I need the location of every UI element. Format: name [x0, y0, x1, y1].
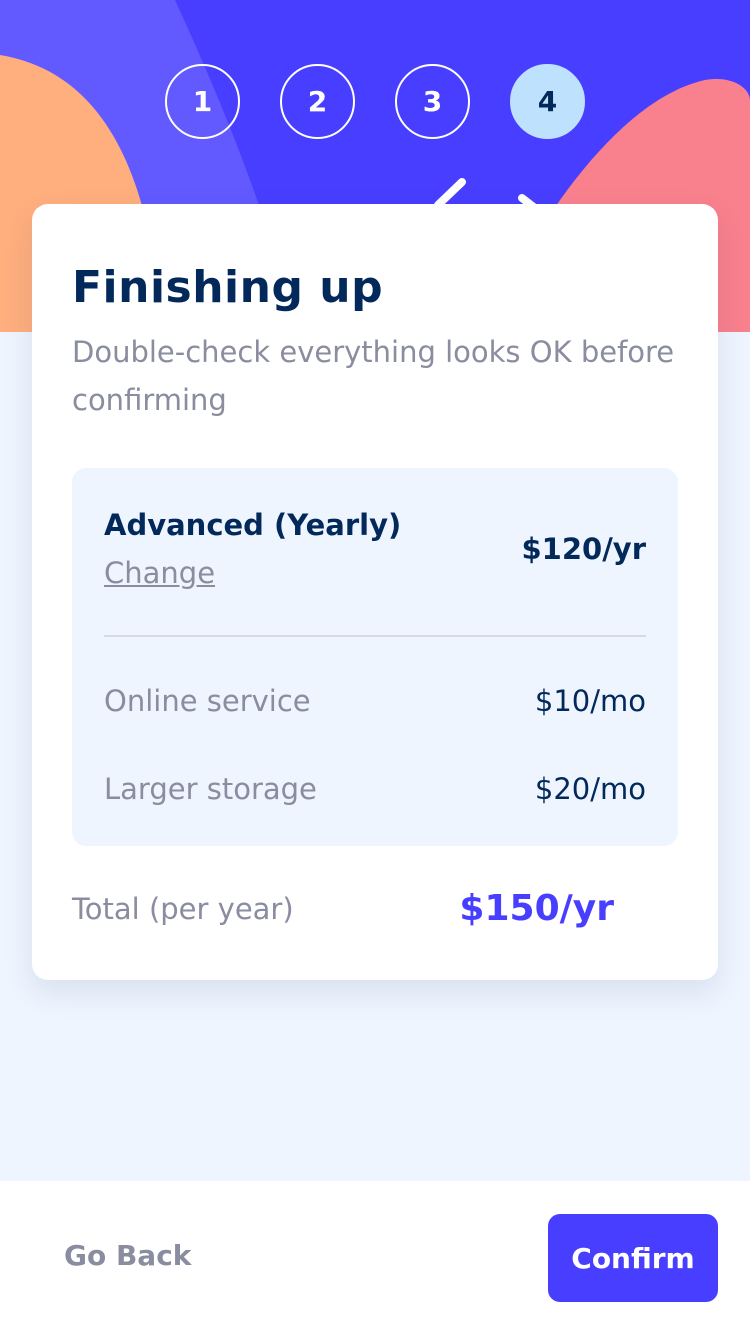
total-label: Total (per year) — [72, 891, 294, 926]
addon-row: Larger storage $20/mo — [104, 772, 646, 806]
addon-label: Online service — [104, 684, 311, 718]
summary-card: Finishing up Double-check everything loo… — [32, 204, 718, 980]
page: 1 2 3 4 Finishing up Double-check everyt… — [0, 0, 750, 1334]
summary-divider — [104, 635, 646, 637]
plan-name: Advanced (Yearly) — [104, 508, 402, 542]
step-1[interactable]: 1 — [165, 64, 240, 139]
page-title: Finishing up — [72, 262, 384, 313]
addon-price: $10/mo — [534, 684, 646, 718]
addon-row: Online service $10/mo — [104, 684, 646, 718]
order-summary: Advanced (Yearly) Change $120/yr Online … — [72, 468, 678, 846]
footer-bar: Go Back Confirm — [0, 1181, 750, 1334]
plan-price: $120/yr — [521, 532, 646, 566]
change-plan-link[interactable]: Change — [104, 556, 215, 590]
addon-label: Larger storage — [104, 772, 317, 806]
step-indicator: 1 2 3 4 — [165, 64, 585, 139]
addon-price: $20/mo — [534, 772, 646, 806]
page-subtitle: Double-check everything looks OK before … — [72, 335, 675, 417]
step-4-active[interactable]: 4 — [510, 64, 585, 139]
step-3[interactable]: 3 — [395, 64, 470, 139]
confirm-button[interactable]: Confirm — [548, 1214, 718, 1302]
go-back-button[interactable]: Go Back — [64, 1239, 191, 1272]
total-row: Total (per year) $150/yr — [72, 888, 614, 929]
step-2[interactable]: 2 — [280, 64, 355, 139]
total-price: $150/yr — [459, 888, 614, 929]
